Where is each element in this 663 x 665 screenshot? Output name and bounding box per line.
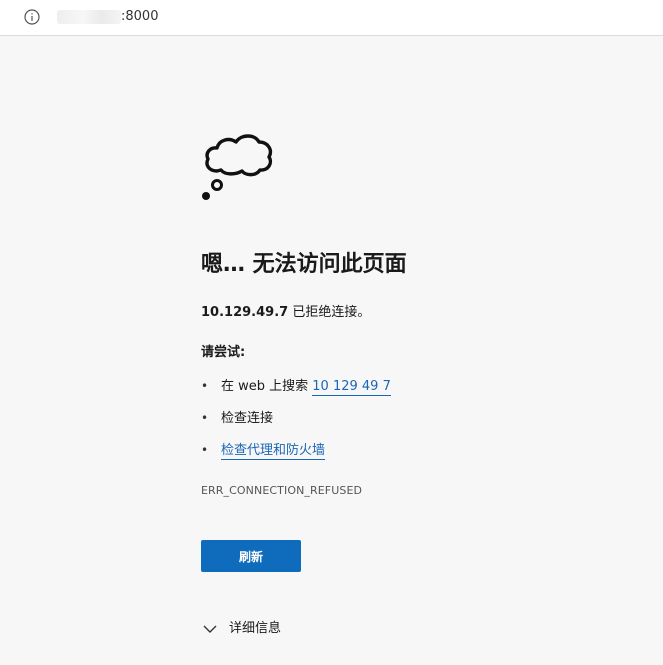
address-bar[interactable]: :8000 [0,0,663,36]
bullet: • [201,443,209,457]
page-title: 嗯… 无法访问此页面 [201,252,407,277]
bullet: • [201,379,209,393]
check-connection-text: 检查连接 [221,411,274,426]
details-toggle[interactable]: 详细信息 [203,620,281,638]
bullet: • [201,411,209,425]
search-web-link[interactable]: 10 129 49 7 [312,379,391,396]
info-icon[interactable] [24,9,40,25]
suggestion-check-connection: • 检查连接 [201,409,273,428]
suggestion-proxy-firewall: • 检查代理和防火墙 [201,441,326,460]
suggestion-search-prefix: 在 web 上搜索 [221,379,313,394]
suggestion-search: • 在 web 上搜索 10 129 49 7 [201,377,391,396]
proxy-firewall-link[interactable]: 检查代理和防火墙 [221,443,326,460]
refresh-button[interactable]: 刷新 [201,540,301,572]
host-address: 10.129.49.7 [201,305,289,320]
try-label: 请尝试: [201,345,246,360]
refused-text: 已拒绝连接。 [288,305,371,320]
url-text[interactable]: :8000 [121,9,158,25]
chevron-down-icon [203,625,217,633]
details-label: 详细信息 [229,621,282,636]
url-redacted [57,10,121,24]
error-code: ERR_CONNECTION_REFUSED [201,484,363,497]
cloud-icon [202,134,273,200]
error-description: 10.129.49.7 已拒绝连接。 [201,304,370,322]
